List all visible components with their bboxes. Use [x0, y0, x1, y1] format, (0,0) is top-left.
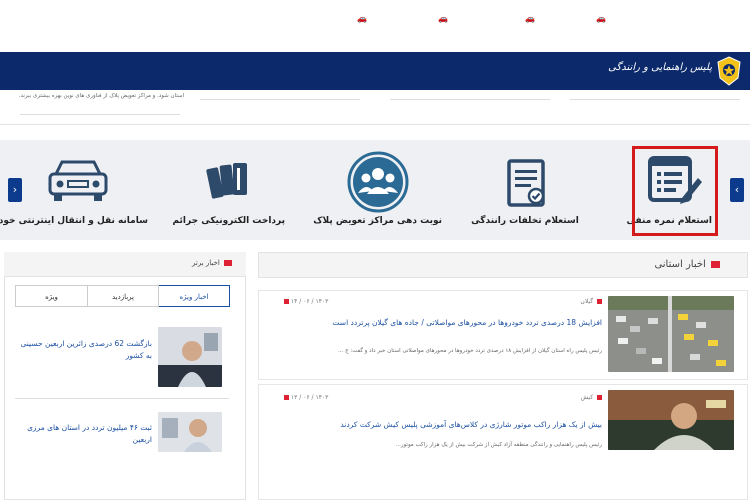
location-icon — [597, 395, 602, 400]
panel-title: اخبار استانی — [654, 259, 706, 270]
car-icon: 🚗 — [525, 14, 535, 23]
news-thumbnail[interactable] — [158, 412, 222, 452]
panel-title: اخبار برتر — [192, 259, 220, 267]
cards-icon — [206, 163, 247, 199]
location-icon — [597, 299, 602, 304]
news-date: ۱۳ / ۰۶ / ۱۴۰۳ — [282, 394, 328, 401]
nav-item-license[interactable]: 🚗 صدور گواهینامه ▾ — [441, 0, 535, 38]
car-icon: 🚗 — [438, 14, 448, 23]
date-label: ۱۳ / ۰۶ / ۱۴۰۳ — [290, 394, 329, 401]
nav-item-label: نظارت همگانی — [171, 14, 238, 24]
nav-item-faq[interactable]: سوالات متداول — [15, 0, 82, 38]
province-label: کیش — [580, 394, 594, 401]
service-label: پرداخت الکترونیکی جرائم — [172, 216, 285, 226]
divider — [200, 99, 360, 100]
nav-item-enforcement[interactable]: 🚗 اجرائیات ▾ — [305, 0, 367, 38]
home-icon — [623, 13, 634, 24]
nav-item-label: فنی مهندسی — [77, 14, 138, 24]
nav-item-label: ستادخبری — [243, 14, 288, 24]
service-label: نوبت دهی مراکز تعویض پلاک — [313, 216, 442, 226]
news-icon — [711, 260, 720, 268]
car-icon: 🚗 — [596, 14, 606, 23]
news-title-link[interactable]: بازگشت 62 درصدی زائرین اربعین حسینی به ک… — [18, 338, 152, 362]
carousel-prev-button[interactable]: › — [730, 178, 744, 202]
car-icon: 🚗 — [357, 14, 367, 23]
people-group-icon — [347, 151, 409, 213]
document-check-icon — [507, 159, 545, 207]
car-outline-icon — [48, 160, 108, 201]
nav-item-label: سوالات متداول — [14, 14, 82, 24]
nav-item-plates[interactable]: 🚗 شماره گذاری ▾ — [365, 0, 448, 38]
provincial-news-title: اخبار استانی — [654, 259, 720, 270]
officer-photo-icon — [608, 390, 734, 450]
officer-photo-icon — [158, 412, 222, 452]
news-province: گیلان — [580, 298, 602, 305]
date-label: ۱۴ / ۰۶ / ۱۴۰۳ — [290, 298, 329, 305]
nav-item-label: شماره گذاری — [373, 14, 432, 24]
chevron-down-icon: ▾ — [305, 14, 311, 24]
divider — [20, 114, 180, 115]
news-title-link[interactable]: ثبت ۴۶ میلیون تردد در استان های مرزی ارب… — [18, 422, 152, 446]
traffic-photo-icon — [608, 296, 734, 372]
news-thumbnail[interactable] — [608, 390, 734, 450]
news-date: ۱۴ / ۰۶ / ۱۴۰۳ — [282, 298, 328, 305]
news-thumbnail[interactable] — [608, 296, 734, 372]
nav-item-news-hq[interactable]: ستادخبری — [243, 0, 288, 38]
officer-photo-icon — [158, 327, 222, 387]
province-label: گیلان — [580, 298, 594, 305]
nav-item-label: تحقیقات — [138, 14, 177, 24]
divider — [15, 398, 229, 399]
tab-label: پربازدید — [111, 293, 134, 301]
logo-text: پلیس راهنمایی و رانندگی — [608, 62, 712, 73]
news-thumbnail[interactable] — [158, 327, 222, 387]
nav-item-research[interactable]: تحقیقات — [138, 0, 177, 38]
news-title-link[interactable]: افزایش 18 درصدی تردد خودروها در محورهای … — [262, 316, 602, 329]
news-summary: رئیس پلیس راهنمایی و رانندگی منطقه آزاد … — [395, 442, 602, 448]
strip-snippet: استان شود. و مراکز تعویض پلاک از فناوری … — [18, 93, 184, 99]
news-icon — [224, 260, 232, 266]
divider — [570, 99, 740, 100]
divider — [390, 99, 550, 100]
service-label: سامانه نقل و انتقال اینترنتی خودرو — [0, 216, 148, 226]
news-summary: رئیس پلیس راه استان گیلان از افزایش ۱۸ د… — [338, 348, 602, 354]
nav-item-public-oversight[interactable]: نظارت همگانی — [172, 0, 238, 38]
highlight-box — [632, 146, 718, 236]
clock-icon — [284, 299, 289, 304]
tab-most-viewed[interactable]: پربازدید — [87, 285, 159, 307]
nav-home[interactable] — [623, 0, 634, 38]
nav-item-label: اجرائیات — [313, 14, 351, 24]
service-label: استعلام تخلفات رانندگی — [471, 216, 579, 226]
clock-icon — [284, 395, 289, 400]
tab-label: ویژه — [45, 293, 58, 301]
police-logo-icon[interactable] — [716, 56, 742, 86]
top-news-title: اخبار برتر — [192, 259, 232, 267]
nav-item-label: صدور گواهینامه — [449, 14, 519, 24]
chevron-right-icon: › — [734, 183, 740, 196]
nav-item-engineering[interactable]: فنی مهندسی — [78, 0, 138, 38]
tab-featured-news[interactable]: اخبار ویژه — [158, 285, 230, 307]
news-province: کیش — [581, 394, 602, 401]
tab-special[interactable]: ویژه — [15, 285, 88, 307]
news-title-link[interactable]: بیش از یک هزار راکب موتور شارژی در کلاس‌… — [340, 420, 602, 429]
tab-label: اخبار ویژه — [179, 293, 209, 301]
